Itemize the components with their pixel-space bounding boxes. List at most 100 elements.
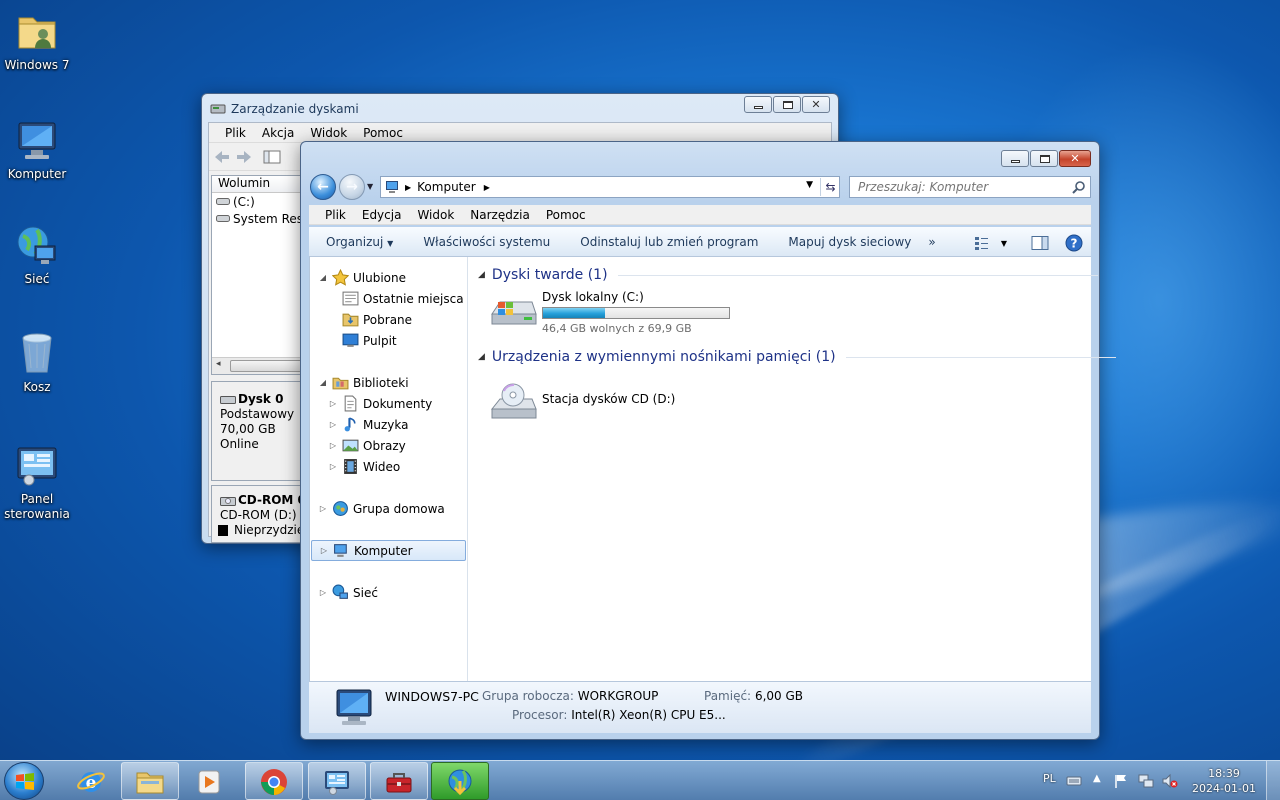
close-button[interactable]: ✕	[1059, 150, 1091, 167]
refresh-button[interactable]: ⇆	[820, 178, 840, 196]
action-center-flag-icon[interactable]	[1113, 773, 1129, 789]
nav-label: Biblioteki	[353, 375, 409, 390]
system-clock[interactable]: 18:39 2024-01-01	[1192, 766, 1256, 796]
nav-item-videos[interactable]: ▷ Wideo	[328, 456, 400, 477]
forward-button[interactable]: →	[339, 174, 365, 200]
keyboard-icon[interactable]	[1066, 773, 1082, 789]
breadcrumb-separator-icon[interactable]: ▶	[484, 183, 490, 192]
back-arrow-icon[interactable]	[213, 149, 231, 165]
menu-pomoc[interactable]: Pomoc	[538, 208, 594, 222]
drive-d-name: Stacja dysków CD (D:)	[542, 392, 676, 406]
search-input[interactable]	[850, 177, 1060, 197]
forward-arrow-icon[interactable]	[235, 149, 253, 165]
nav-item-documents[interactable]: ▷ Dokumenty	[328, 393, 432, 414]
nav-item-network[interactable]: ▷ Sieć	[318, 582, 378, 603]
volume-muted-icon[interactable]	[1162, 773, 1178, 789]
explorer-window[interactable]: ✕ ← → ▼ ▶ Komputer ▶ ▼ ⇆ Plik Edycja Wid…	[300, 141, 1116, 740]
address-dropdown-icon[interactable]: ▼	[806, 180, 813, 190]
menu-plik[interactable]: Plik	[217, 126, 254, 140]
collapsed-arrow-icon[interactable]: ▷	[328, 441, 338, 450]
input-language-indicator[interactable]: PL	[1043, 772, 1056, 785]
desktop-icon-control-panel[interactable]: Panel sterowania	[0, 442, 74, 522]
menu-narzedzia[interactable]: Narzędzia	[462, 208, 538, 222]
show-desktop-button[interactable]	[1266, 761, 1280, 800]
scroll-left-icon[interactable]: ◂	[216, 359, 221, 369]
menu-widok[interactable]: Widok	[302, 126, 355, 140]
breadcrumb-separator-icon[interactable]: ▶	[405, 183, 411, 192]
console-tree-icon[interactable]	[263, 149, 281, 165]
taskbar-explorer[interactable]	[121, 762, 179, 800]
desktop-icon-recycle-bin[interactable]: Kosz	[0, 330, 74, 395]
nav-item-music[interactable]: ▷ Muzyka	[328, 414, 408, 435]
nav-item-computer[interactable]: ▷ Komputer	[311, 540, 466, 561]
show-hidden-icons-icon[interactable]: ▲	[1093, 773, 1101, 784]
collapsed-arrow-icon[interactable]: ▷	[328, 420, 338, 429]
uninstall-program-button[interactable]: Odinstaluj lub zmień program	[565, 235, 773, 249]
taskbar-internet-explorer[interactable]: e	[62, 762, 120, 800]
menu-akcja[interactable]: Akcja	[254, 126, 302, 140]
taskbar-toolbox[interactable]	[370, 762, 428, 800]
search-box[interactable]	[849, 176, 1091, 198]
maximize-button[interactable]	[1030, 150, 1058, 167]
address-bar[interactable]: ▶ Komputer ▶ ▼	[380, 176, 840, 198]
drive-icon	[216, 198, 230, 205]
search-icon[interactable]	[1072, 180, 1086, 194]
desktop-icon-windows7[interactable]: Windows 7	[0, 8, 74, 73]
maximize-button[interactable]	[773, 96, 801, 113]
menu-widok[interactable]: Widok	[409, 208, 462, 222]
recent-pages-dropdown-icon[interactable]: ▼	[367, 182, 373, 191]
collapsed-arrow-icon[interactable]: ▷	[319, 546, 329, 555]
desktop-icon-network[interactable]: Sieć	[0, 222, 74, 287]
group-collapse-icon[interactable]: ◢	[478, 352, 485, 362]
nav-label: Muzyka	[363, 417, 409, 432]
minimize-button[interactable]	[744, 96, 772, 113]
change-view-icon[interactable]	[974, 235, 994, 251]
menu-pomoc[interactable]: Pomoc	[355, 126, 411, 140]
desktop-icon-computer[interactable]: Komputer	[0, 117, 74, 182]
taskbar-chrome[interactable]	[245, 762, 303, 800]
nav-item-downloads[interactable]: Pobrane	[338, 309, 412, 330]
expanded-arrow-icon[interactable]: ◢	[318, 378, 328, 387]
nav-item-libraries[interactable]: ◢ Biblioteki	[318, 372, 409, 393]
network-icon	[332, 584, 348, 599]
collapsed-arrow-icon[interactable]: ▷	[318, 504, 328, 513]
help-icon[interactable]: ?	[1064, 233, 1084, 253]
collapsed-arrow-icon[interactable]: ▷	[328, 399, 338, 408]
close-icon: ✕	[1070, 152, 1080, 165]
explorer-titlebar[interactable]: ✕	[301, 142, 1099, 170]
drive-d-item[interactable]: Stacja dysków CD (D:)	[488, 379, 675, 423]
menu-edycja[interactable]: Edycja	[354, 208, 410, 222]
minimize-button[interactable]	[1001, 150, 1029, 167]
nav-item-recent-places[interactable]: Ostatnie miejsca	[338, 288, 464, 309]
map-network-drive-button[interactable]: Mapuj dysk sieciowy	[773, 235, 926, 249]
organize-button[interactable]: Organizuj ▼	[309, 235, 408, 249]
start-button[interactable]	[4, 762, 44, 800]
back-button[interactable]: ←	[310, 174, 336, 200]
view-options-dropdown-icon[interactable]: ▼	[1001, 239, 1007, 248]
taskbar-download-manager[interactable]	[431, 762, 489, 800]
drive-c-item[interactable]: Dysk lokalny (C:) 46,4 GB wolnych z 69,9…	[488, 290, 730, 335]
expanded-arrow-icon[interactable]: ◢	[318, 273, 328, 282]
volume-name: (C:)	[233, 194, 255, 209]
preview-pane-icon[interactable]	[1030, 235, 1050, 251]
nav-item-homegroup[interactable]: ▷ Grupa domowa	[318, 498, 445, 519]
disk-management-titlebar[interactable]: Zarządzanie dyskami ✕	[202, 94, 838, 122]
group-header-removable[interactable]: ◢ Urządzenia z wymiennymi nośnikami pami…	[478, 349, 1116, 365]
nav-label: Ulubione	[353, 270, 407, 285]
more-commands-button[interactable]: »	[926, 235, 950, 249]
taskbar-media-player[interactable]	[180, 762, 238, 800]
breadcrumb-komputer[interactable]: Komputer	[417, 180, 476, 194]
system-properties-button[interactable]: Właściwości systemu	[408, 235, 565, 249]
close-button[interactable]: ✕	[802, 96, 830, 113]
nav-item-desktop[interactable]: Pulpit	[338, 330, 397, 351]
group-header-hard-disks[interactable]: ◢ Dyski twarde (1)	[478, 267, 1098, 283]
nav-item-pictures[interactable]: ▷ Obrazy	[328, 435, 406, 456]
group-collapse-icon[interactable]: ◢	[478, 270, 485, 280]
maximize-icon	[1040, 155, 1050, 163]
menu-plik[interactable]: Plik	[317, 208, 354, 222]
nav-item-favorites[interactable]: ◢ Ulubione	[318, 267, 406, 288]
network-status-icon[interactable]	[1138, 773, 1154, 789]
taskbar-control-panel[interactable]	[308, 762, 366, 800]
collapsed-arrow-icon[interactable]: ▷	[328, 462, 338, 471]
collapsed-arrow-icon[interactable]: ▷	[318, 588, 328, 597]
